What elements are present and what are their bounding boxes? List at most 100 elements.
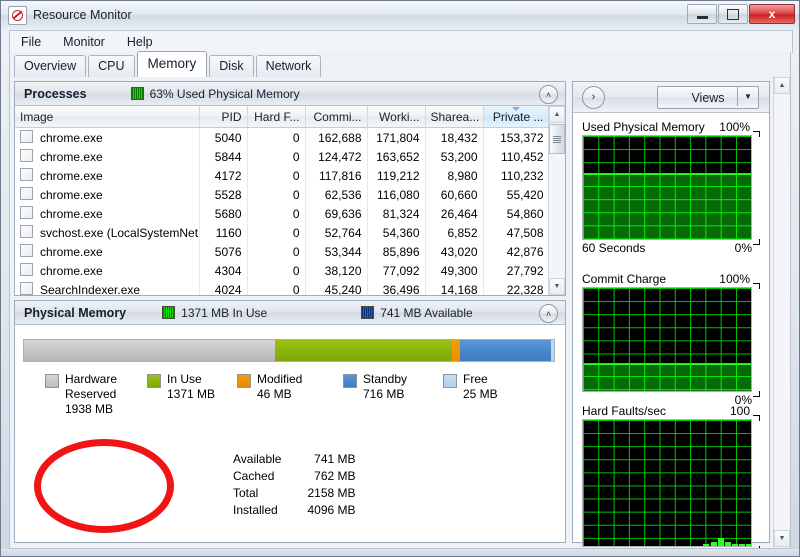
column-header-hard-faults[interactable]: Hard F...	[247, 106, 305, 128]
tab-memory[interactable]: Memory	[137, 51, 208, 77]
cell-image: svchost.exe (LocalSystemNet...	[15, 223, 199, 242]
table-row[interactable]: chrome.exe5076053,34485,89643,02042,876	[15, 242, 549, 261]
graph-grid-overlay	[583, 173, 751, 239]
tab-disk[interactable]: Disk	[209, 55, 253, 77]
column-header-private[interactable]: Private ...	[483, 106, 549, 128]
summary-row: Installed4096 MB	[233, 502, 356, 519]
graph-max-used-physical-memory: 100%	[719, 120, 750, 134]
row-checkbox[interactable]	[20, 149, 33, 162]
row-checkbox[interactable]	[20, 263, 33, 276]
row-checkbox[interactable]	[20, 244, 33, 257]
graph-xlabel-60-seconds: 60 Seconds	[582, 241, 645, 255]
row-checkbox[interactable]	[20, 168, 33, 181]
processes-collapse-button[interactable]: ˄	[539, 85, 558, 104]
processes-scrollbar[interactable]: ▲ ▼	[548, 106, 565, 295]
cell-pid: 4172	[199, 166, 247, 185]
table-row[interactable]: chrome.exe58440124,472163,65253,200110,4…	[15, 147, 549, 166]
table-row[interactable]: svchost.exe (LocalSystemNet...1160052,76…	[15, 223, 549, 242]
cell-working-set: 81,324	[367, 204, 425, 223]
legend-text-in-use: In Use 1371 MB	[167, 372, 215, 402]
window-title: Resource Monitor	[33, 8, 132, 22]
menu-item-file[interactable]: File	[10, 33, 52, 51]
views-button[interactable]: Views ▼	[657, 86, 759, 109]
close-button[interactable]: x	[749, 4, 795, 24]
hard-faults-graph: Hard Faults/sec 100 0	[582, 404, 760, 549]
cell-pid: 5040	[199, 128, 247, 148]
cell-working-set: 36,496	[367, 280, 425, 295]
legend-value-standby: 716 MB	[363, 387, 404, 401]
cell-image: chrome.exe	[15, 166, 199, 185]
table-row[interactable]: chrome.exe50400162,688171,80418,432153,3…	[15, 128, 549, 148]
summary-row: Cached762 MB	[233, 468, 356, 485]
summary-row: Available741 MB	[233, 451, 356, 468]
cell-private: 110,232	[483, 166, 549, 185]
graph-spike	[732, 544, 738, 546]
cell-hard-faults: 0	[247, 185, 305, 204]
graphs-sidebar: › Views ▼ Used Physical Memory 100%	[572, 81, 770, 543]
graph-label-hard-faults: Hard Faults/sec	[582, 404, 666, 418]
title-bar: Resource Monitor x	[1, 1, 799, 29]
physical-memory-header[interactable]: Physical Memory 1371 MB In Use 741 MB Av…	[15, 301, 565, 325]
processes-table: Image PID Hard F... Commi... Worki... Sh…	[15, 106, 550, 295]
column-header-image[interactable]: Image	[15, 106, 199, 128]
row-checkbox[interactable]	[20, 225, 33, 238]
column-header-shareable[interactable]: Sharea...	[425, 106, 483, 128]
column-header-working-set[interactable]: Worki...	[367, 106, 425, 128]
row-checkbox[interactable]	[20, 282, 33, 295]
expand-arrow-icon[interactable]: ›	[582, 86, 605, 109]
graph-footer-used-physical-memory: 60 Seconds 0%	[582, 241, 760, 255]
cell-pid: 5844	[199, 147, 247, 166]
window-controls: x	[687, 4, 795, 24]
graph-title-hard-faults: Hard Faults/sec 100	[582, 404, 760, 418]
legend-label-standby: Standby	[363, 372, 407, 386]
tab-cpu[interactable]: CPU	[88, 55, 134, 77]
physical-memory-collapse-button[interactable]: ˄	[539, 304, 558, 323]
table-row[interactable]: chrome.exe4304038,12077,09249,30027,792	[15, 261, 549, 280]
graph-spike	[746, 544, 752, 546]
menu-item-monitor[interactable]: Monitor	[52, 33, 116, 51]
cell-hard-faults: 0	[247, 128, 305, 148]
table-row[interactable]: chrome.exe41720117,816119,2128,980110,23…	[15, 166, 549, 185]
cell-commit: 53,344	[305, 242, 367, 261]
column-header-commit[interactable]: Commi...	[305, 106, 367, 128]
minimize-button[interactable]	[687, 4, 717, 24]
legend-swatch-free	[443, 374, 457, 388]
row-checkbox[interactable]	[20, 130, 33, 143]
cell-hard-faults: 0	[247, 280, 305, 295]
scroll-up-arrow-icon[interactable]: ▲	[549, 106, 565, 123]
tab-network[interactable]: Network	[256, 55, 322, 77]
scroll-thumb[interactable]	[549, 124, 565, 154]
graph-min-used-physical-memory: 0%	[735, 241, 752, 255]
column-header-pid[interactable]: PID	[199, 106, 247, 128]
left-column: Processes 63% Used Physical Memory ˄	[14, 81, 566, 543]
graph-spike	[725, 542, 731, 546]
row-checkbox[interactable]	[20, 206, 33, 219]
menu-item-help[interactable]: Help	[116, 33, 164, 51]
cell-commit: 162,688	[305, 128, 367, 148]
row-checkbox[interactable]	[20, 187, 33, 200]
processes-table-container[interactable]: Image PID Hard F... Commi... Worki... Sh…	[15, 106, 565, 295]
legend-text-standby: Standby 716 MB	[363, 372, 407, 402]
bar-segment-free	[551, 340, 554, 361]
processes-status-label: 63% Used Physical Memory	[150, 87, 300, 101]
main-scrollbar[interactable]: ▲ ▼	[773, 77, 790, 547]
legend-label-hardware-reserved-2: Reserved	[65, 387, 116, 401]
summary-label: Installed	[233, 502, 281, 519]
maximize-button[interactable]	[718, 4, 748, 24]
scroll-down-arrow-icon[interactable]: ▼	[774, 530, 790, 547]
cell-working-set: 163,652	[367, 147, 425, 166]
summary-label: Total	[233, 485, 281, 502]
table-row[interactable]: SearchIndexer.exe4024045,24036,49614,168…	[15, 280, 549, 295]
scroll-up-arrow-icon[interactable]: ▲	[774, 77, 790, 94]
legend-text-modified: Modified 46 MB	[257, 372, 302, 402]
processes-header[interactable]: Processes 63% Used Physical Memory ˄	[15, 82, 565, 106]
table-row[interactable]: chrome.exe5528062,536116,08060,66055,420	[15, 185, 549, 204]
table-row[interactable]: chrome.exe5680069,63681,32426,46454,860	[15, 204, 549, 223]
table-header-row: Image PID Hard F... Commi... Worki... Sh…	[15, 106, 549, 128]
legend-swatch-hardware-reserved	[45, 374, 59, 388]
memory-usage-bar	[23, 339, 555, 362]
tab-overview[interactable]: Overview	[14, 55, 86, 77]
scroll-down-arrow-icon[interactable]: ▼	[549, 278, 565, 295]
processes-rows: chrome.exe50400162,688171,80418,432153,3…	[15, 128, 549, 296]
cell-image: chrome.exe	[15, 185, 199, 204]
